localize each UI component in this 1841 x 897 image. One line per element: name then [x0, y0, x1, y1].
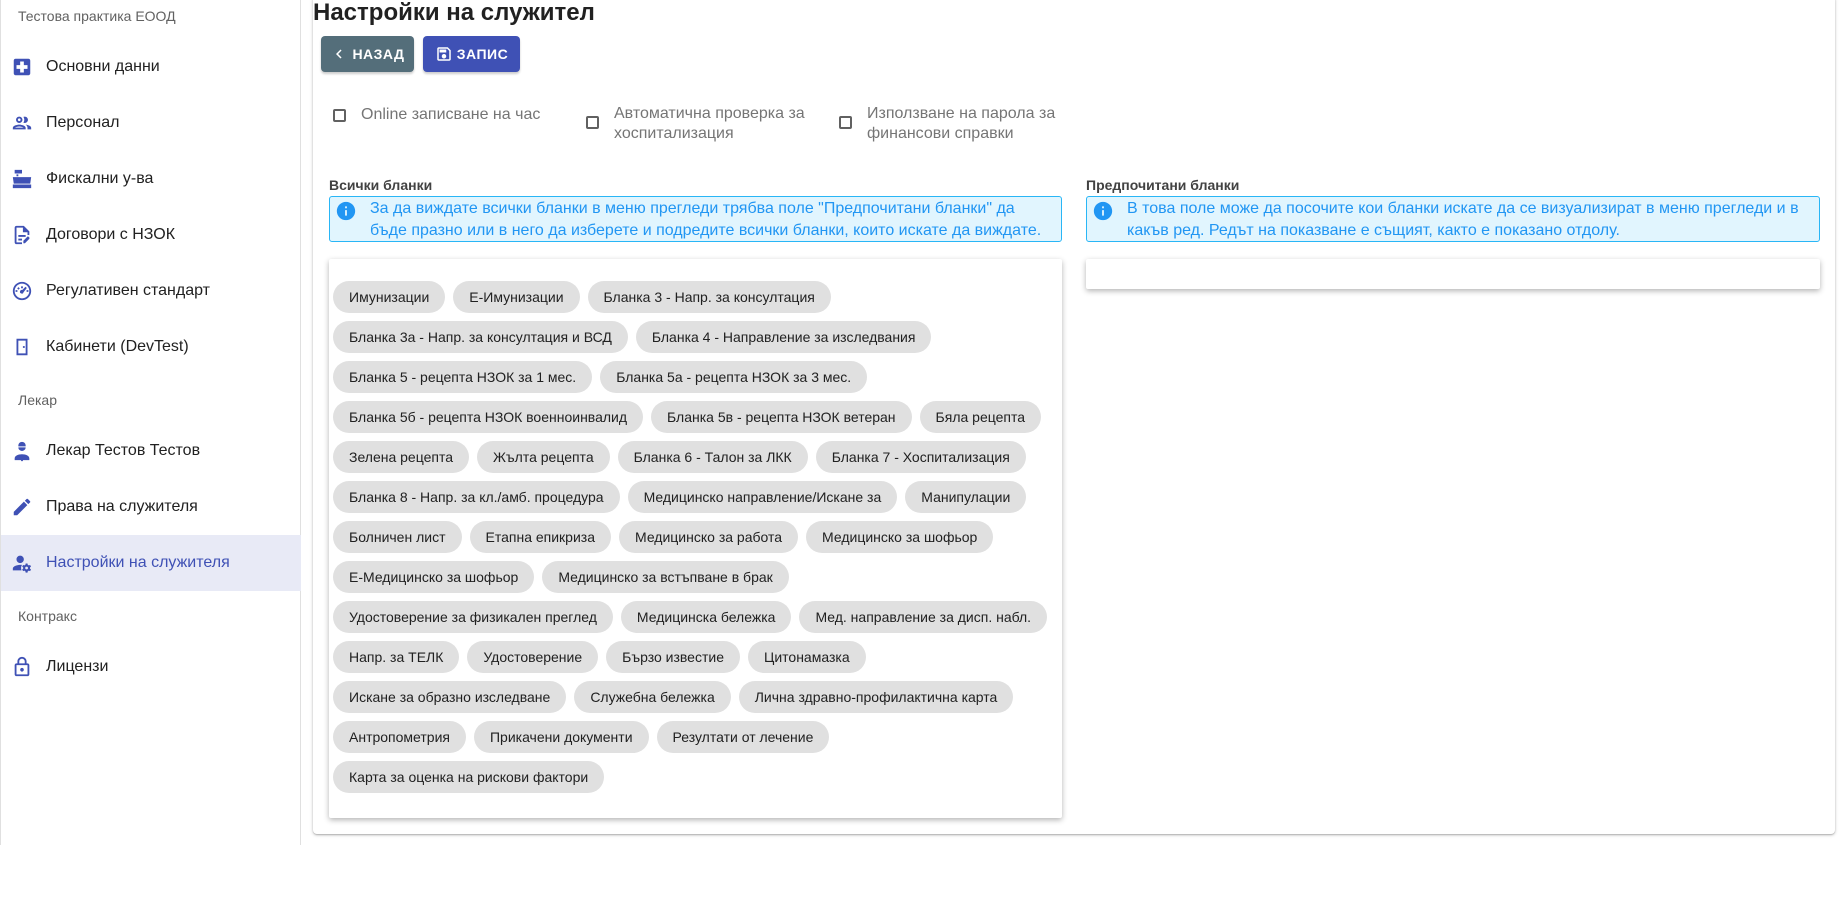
sidebar-item-label: Фискални у-ва: [46, 170, 154, 187]
form-chip[interactable]: Бързо известие: [606, 641, 740, 673]
form-chip[interactable]: Искане за образно изследване: [333, 681, 567, 713]
section-label-kontrax: Контракс: [18, 608, 77, 624]
sidebar-item-label: Регулативен стандарт: [46, 282, 210, 299]
sidebar-item-label: Договори с НЗОК: [46, 226, 176, 243]
form-chip[interactable]: Мед. направление за дисп. набл.: [799, 601, 1048, 633]
all-forms-info-alert: За да виждате всички бланки в меню прегл…: [329, 196, 1062, 242]
form-chip[interactable]: Лична здравно-профилактична карта: [738, 681, 1014, 713]
form-chip[interactable]: Манипулации: [905, 481, 1027, 513]
page-title: Настройки на служител: [313, 0, 595, 26]
form-chip[interactable]: Прикачени документи: [473, 721, 649, 753]
form-chip[interactable]: Служебна бележка: [574, 681, 731, 713]
form-chip[interactable]: Имунизации: [333, 281, 446, 313]
lock-icon: [11, 656, 33, 678]
form-chip[interactable]: Е-Медицинско за шофьор: [333, 561, 535, 593]
form-chip[interactable]: Бланка 7 - Хоспитализация: [815, 441, 1026, 473]
form-chip[interactable]: Медицинска бележка: [620, 601, 792, 633]
sidebar-item-basic-data[interactable]: Основни данни: [1, 39, 301, 95]
sidebar-item-label: Лицензи: [46, 658, 109, 675]
medical-cross-icon: [11, 56, 33, 78]
form-chip[interactable]: Медицинско за шофьор: [806, 521, 994, 553]
form-chip[interactable]: Бланка 5б - рецепта НЗОК военноинвалид: [333, 401, 644, 433]
financial-password-label: Използване на парола за финансови справк…: [867, 105, 1056, 142]
preferred-forms-info-alert: В това поле може да посочите кои бланки …: [1086, 196, 1820, 242]
form-chip[interactable]: Бяла рецепта: [919, 401, 1042, 433]
form-chip[interactable]: Е-Имунизации: [453, 281, 580, 313]
user-settings-icon: [11, 552, 33, 574]
form-chip[interactable]: Жълта рецепта: [476, 441, 610, 473]
form-chip[interactable]: Медицинско за встъпване в брак: [542, 561, 789, 593]
save-button-label: ЗАПИС: [456, 46, 509, 62]
financial-password-checkbox[interactable]: Използване на парола за финансови справк…: [839, 104, 1055, 144]
save-button[interactable]: ЗАПИС: [423, 36, 520, 72]
gauge-icon: [11, 280, 33, 302]
sidebar-item-fiscal[interactable]: Фискални у-ва: [1, 151, 301, 207]
all-forms-title: Всички бланки: [329, 177, 433, 193]
form-chip[interactable]: Медицинско за работа: [619, 521, 799, 553]
online-booking-checkbox[interactable]: Online записване на час: [333, 105, 540, 125]
preferred-forms-dropzone[interactable]: [1086, 259, 1820, 289]
form-chip[interactable]: Бланка 4 - Направление за изследвания: [635, 321, 932, 353]
sidebar-item-licenses[interactable]: Лицензи: [1, 639, 301, 695]
sidebar-item-label: Основни данни: [46, 58, 160, 75]
checkbox-box[interactable]: [333, 109, 346, 122]
sidebar-item-label: Настройки на служителя: [46, 554, 230, 571]
form-chip[interactable]: Бланка 5а - рецепта НЗОК за 3 мес.: [600, 361, 868, 393]
form-chip[interactable]: Медицинско направление/Искане за: [627, 481, 898, 513]
sidebar-item-label: Кабинети (DevTest): [46, 338, 189, 355]
back-button-label: НАЗАД: [352, 46, 405, 62]
people-icon: [11, 112, 33, 134]
sidebar: Тестова практика ЕООД Основни данни Перс…: [0, 0, 301, 845]
form-chip[interactable]: Бланка 5в - рецепта НЗОК ветеран: [651, 401, 912, 433]
auto-hospitalization-check-label: Автоматична проверка за хоспитализация: [614, 105, 805, 142]
form-chip[interactable]: Удостоверение: [467, 641, 599, 673]
checkbox-box[interactable]: [839, 116, 852, 129]
sidebar-item-staff[interactable]: Персонал: [1, 95, 301, 151]
sidebar-item-doctor[interactable]: Лекар Тестов Тестов: [1, 423, 301, 479]
all-forms-chips: Имунизации Е-Имунизации Бланка 3 - Напр. з…: [333, 281, 1058, 801]
pencil-icon: [11, 496, 33, 518]
form-chip[interactable]: Зелена рецепта: [333, 441, 469, 473]
chevron-left-icon: [336, 49, 342, 59]
sidebar-item-contracts[interactable]: Договори с НЗОК: [1, 207, 301, 263]
form-chip[interactable]: Болничен лист: [333, 521, 462, 553]
preferred-forms-title: Предпочитани бланки: [1086, 177, 1240, 193]
form-chip[interactable]: Бланка 3 - Напр. за консултация: [587, 281, 831, 313]
form-chip[interactable]: Антропометрия: [333, 721, 466, 753]
floppy-disk-icon: [437, 47, 451, 61]
doctor-icon: [11, 440, 33, 462]
form-chip[interactable]: Цитонамазка: [747, 641, 866, 673]
form-chip[interactable]: Резултати от лечение: [656, 721, 830, 753]
auto-hospitalization-check-checkbox[interactable]: Автоматична проверка за хоспитализация: [586, 104, 805, 144]
sidebar-item-label: Права на служителя: [46, 498, 198, 515]
preferred-forms-info-text: В това поле може да посочите кои бланки …: [1127, 200, 1799, 239]
online-booking-label: Online записване на час: [361, 106, 541, 123]
form-chip[interactable]: Удостоверение за физикален преглед: [333, 601, 613, 633]
all-forms-list[interactable]: Имунизации Е-Имунизации Бланка 3 - Напр. з…: [329, 259, 1062, 818]
back-button[interactable]: НАЗАД: [321, 36, 414, 72]
form-chip[interactable]: Етапна епикриза: [469, 521, 611, 553]
form-chip[interactable]: Напр. за ТЕЛК: [333, 641, 460, 673]
sidebar-item-rights[interactable]: Права на служителя: [1, 479, 301, 535]
contract-icon: [11, 224, 33, 246]
sidebar-item-regulatory[interactable]: Регулативен стандарт: [1, 263, 301, 319]
info-icon: [1092, 200, 1114, 222]
form-chip[interactable]: Бланка 5 - рецепта НЗОК за 1 мес.: [333, 361, 593, 393]
all-forms-info-text: За да виждате всички бланки в меню прегл…: [370, 200, 1042, 239]
section-label-practice: Тестова практика ЕООД: [18, 8, 176, 24]
sidebar-item-cabinets[interactable]: Кабинети (DevTest): [1, 319, 301, 375]
form-chip[interactable]: Бланка 8 - Напр. за кл./амб. процедура: [333, 481, 620, 513]
info-icon: [335, 200, 357, 222]
sidebar-item-label: Лекар Тестов Тестов: [46, 442, 201, 459]
door-icon: [11, 336, 33, 358]
sidebar-item-settings[interactable]: Настройки на служителя: [1, 535, 301, 591]
cash-register-icon: [11, 168, 33, 190]
form-chip[interactable]: Карта за оценка на рискови фактори: [333, 761, 605, 793]
section-label-doctor: Лекар: [18, 392, 57, 408]
checkbox-box[interactable]: [586, 116, 599, 129]
sidebar-item-label: Персонал: [46, 114, 120, 131]
form-chip[interactable]: Бланка 6 - Талон за ЛКК: [617, 441, 808, 473]
form-chip[interactable]: Бланка 3а - Напр. за консултация и ВСД: [333, 321, 628, 353]
